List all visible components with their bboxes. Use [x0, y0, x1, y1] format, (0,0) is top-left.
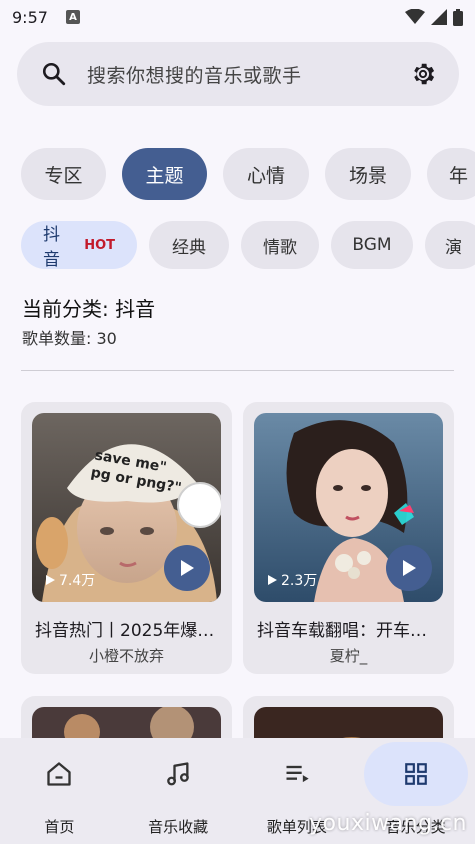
bottom-navigation: 首页 音乐收藏 歌单列表 音乐分类 youxiwang.cn — [0, 738, 475, 844]
tag-chip-row: 抖音 HOT 经典 情歌 BGM 演 — [21, 221, 475, 269]
playlist-card[interactable]: 2.3万 抖音车载翻唱：开车… 夏柠_ — [243, 402, 454, 674]
play-count: 7.4万 — [46, 570, 95, 590]
search-bar[interactable]: 搜索你想搜的音乐或歌手 — [17, 42, 459, 106]
play-button[interactable] — [164, 545, 210, 591]
settings-gear-icon[interactable] — [409, 60, 437, 88]
playlist-author: 小橙不放弃 — [88, 647, 164, 665]
tag-douyin[interactable]: 抖音 HOT — [21, 221, 137, 269]
hot-badge: HOT — [84, 237, 115, 253]
signal-icon — [431, 9, 447, 25]
tag-qingge[interactable]: 情歌 — [241, 221, 319, 269]
playlist-icon — [286, 765, 309, 783]
play-button[interactable] — [386, 545, 432, 591]
play-icon — [181, 560, 194, 576]
nav-favorites[interactable]: 音乐收藏 — [119, 738, 238, 844]
music-note-icon — [167, 762, 189, 786]
grid-icon — [404, 763, 427, 785]
current-category-label: 当前分类: 抖音 — [22, 297, 156, 321]
chip-zhuti[interactable]: 主题 — [122, 148, 207, 200]
tag-yan[interactable]: 演 — [425, 221, 475, 269]
playlist-card[interactable]: save me" pg or png?" 7.4万 抖音热门丨2025年爆… 小… — [21, 402, 232, 674]
playlist-count: 歌单数量: 30 — [22, 329, 117, 348]
playlist-title: 抖音热门丨2025年爆… — [35, 621, 215, 641]
nav-home[interactable]: 首页 — [0, 738, 119, 844]
play-small-icon — [46, 575, 55, 585]
chip-changjing[interactable]: 场景 — [325, 148, 411, 200]
watermark: youxiwang.cn — [309, 811, 467, 836]
battery-icon — [453, 8, 463, 26]
wifi-icon — [405, 9, 425, 24]
chip-xinqing[interactable]: 心情 — [223, 148, 309, 200]
search-icon — [42, 62, 66, 86]
divider — [21, 370, 454, 371]
search-input[interactable]: 搜索你想搜的音乐或歌手 — [87, 61, 302, 88]
playlist-author: 夏柠_ — [329, 647, 368, 665]
status-icons — [405, 8, 463, 26]
notification-a-icon: A — [65, 10, 80, 24]
status-bar: 9:57 A — [0, 0, 475, 34]
status-time: 9:57 — [12, 7, 48, 27]
playlist-cover: save me" pg or png?" 7.4万 — [32, 413, 221, 602]
tag-jingdian[interactable]: 经典 — [149, 221, 229, 269]
category-chip-row: 专区 主题 心情 场景 年 — [21, 148, 475, 200]
play-count: 2.3万 — [268, 570, 317, 590]
home-icon — [47, 762, 72, 786]
nav-label: 音乐收藏 — [148, 818, 209, 836]
play-small-icon — [268, 575, 277, 585]
playlist-title: 抖音车载翻唱：开车… — [257, 621, 427, 641]
playlist-cover: 2.3万 — [254, 413, 443, 602]
nav-label: 首页 — [44, 818, 75, 836]
chip-nian[interactable]: 年 — [427, 148, 475, 200]
chip-zhuanqu[interactable]: 专区 — [21, 148, 106, 200]
play-icon — [403, 560, 416, 576]
tag-bgm[interactable]: BGM — [331, 221, 413, 269]
